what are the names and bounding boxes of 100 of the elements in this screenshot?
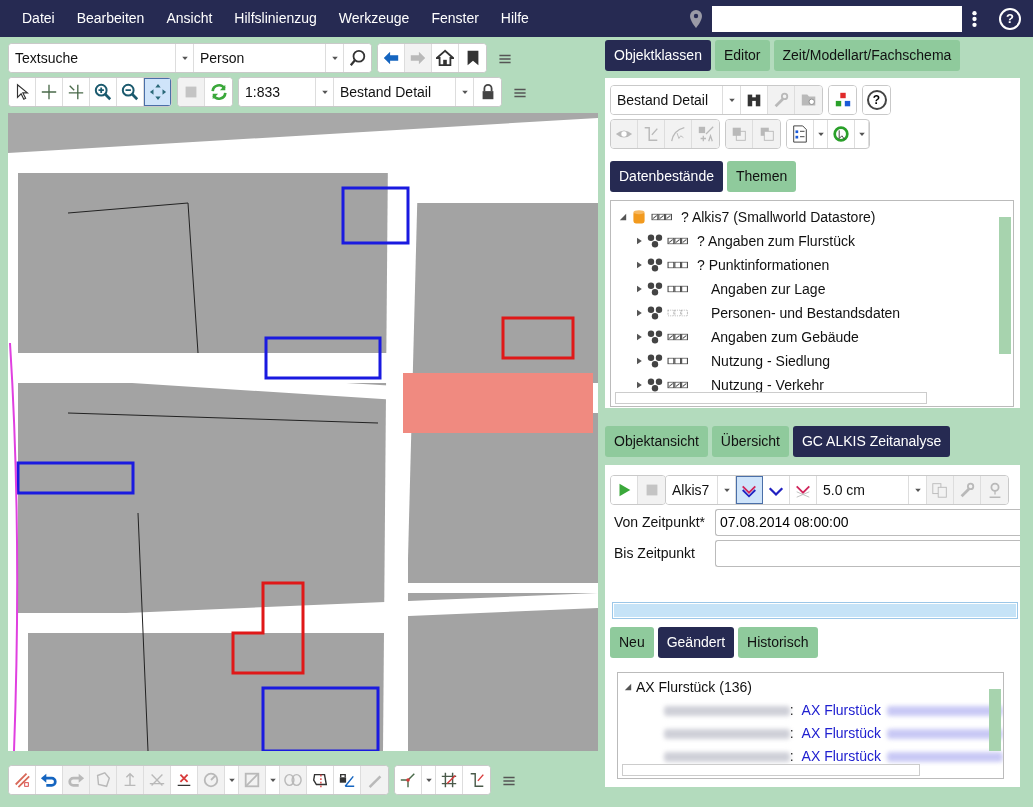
arrow-right-icon [409, 49, 427, 67]
checklist-icon [791, 125, 809, 143]
filter-tab[interactable]: Geändert [657, 627, 735, 658]
menu-item[interactable]: Hilfe [489, 8, 540, 29]
tree-item[interactable]: Nutzung - Siedlung [697, 350, 831, 372]
panel-tab[interactable]: GC ALKIS Zeitanalyse [792, 426, 951, 457]
corner-line-icon [642, 125, 660, 143]
help-button[interactable]: ? [863, 86, 890, 114]
wrench-icon [772, 91, 790, 109]
caret-icon [727, 96, 736, 104]
slash-line-icon [13, 771, 31, 789]
search-field[interactable] [712, 5, 962, 32]
panel-tab[interactable]: Zeit/Modellart/Fachschema [773, 40, 961, 71]
dots-group-icon [647, 329, 663, 345]
tool-button[interactable] [9, 78, 36, 106]
wrench-icon [958, 481, 976, 499]
delete-node-icon [175, 771, 193, 789]
tree-item[interactable]: ? Alkis7 (Smallworld Datastore) [681, 206, 876, 228]
tree-item[interactable]: Angaben zum Gebäude [697, 326, 859, 348]
datastore-dropdown[interactable]: Alkis7 [666, 476, 736, 504]
date-field[interactable] [715, 539, 1020, 567]
caret-icon [330, 54, 339, 62]
lock-line-icon [338, 771, 356, 789]
separator-colon: : [789, 701, 794, 720]
copy-icon [931, 481, 949, 499]
scale-dropdown[interactable]: 1:833 [239, 78, 334, 106]
tree-item[interactable]: ? Angaben zum Flurstück [697, 230, 855, 252]
chain-icon [284, 771, 302, 789]
dots-group-icon [647, 281, 663, 297]
panel-tab[interactable]: Editor [714, 40, 770, 71]
crosshair-icon [40, 83, 58, 101]
result-link[interactable]: AX Flurstück [801, 700, 881, 721]
zoom-out-icon [121, 83, 139, 101]
filter-tab[interactable]: Historisch [738, 627, 818, 658]
search-mode-dropdown[interactable]: Textsuche [9, 44, 194, 72]
caret-icon [180, 54, 189, 62]
tool-button[interactable] [736, 476, 763, 504]
sub-tab[interactable]: Themen [726, 161, 797, 192]
panel-tab[interactable]: Objektklassen [605, 40, 711, 71]
result-link[interactable]: AX Flurstück [801, 723, 881, 744]
panel-tab[interactable]: Objektansicht [605, 426, 708, 457]
tool-button[interactable] [378, 44, 405, 72]
tree-item[interactable]: Nutzung - Verkehr [697, 374, 824, 396]
caret-icon [722, 486, 731, 494]
tree-item[interactable]: Personen- und Bestandsdaten [697, 302, 901, 324]
caret-icon [320, 88, 329, 96]
separator-colon: : [789, 747, 794, 766]
caret-icon [913, 486, 922, 494]
caret-icon [816, 130, 825, 138]
undo-icon [40, 771, 58, 789]
database-icon [631, 209, 647, 225]
menu-item[interactable]: Ansicht [155, 8, 224, 29]
branch-icon [399, 771, 417, 789]
caret-icon [857, 130, 866, 138]
grid-icon [440, 771, 458, 789]
caret-icon [460, 88, 469, 96]
pan-arrows-icon [148, 83, 167, 101]
dots-group-icon [647, 377, 663, 393]
field-label: Von Zeitpunkt* [613, 512, 707, 532]
menu-item[interactable]: Datei [11, 8, 66, 29]
tool-button[interactable] [787, 120, 814, 148]
zoom-in-icon [94, 83, 112, 101]
menu-item[interactable]: Hilfslinienzug [223, 8, 328, 29]
history-icon [832, 125, 850, 143]
polygon-icon [94, 771, 112, 789]
view-dropdown[interactable]: Bestand Detail [611, 86, 741, 114]
result-link[interactable]: AX Flurstück [801, 746, 881, 767]
home-icon [436, 49, 454, 67]
layer-front-icon [730, 125, 748, 143]
caret-icon [268, 776, 277, 784]
field-label: Bis Zeitpunkt [613, 543, 696, 563]
sub-tab[interactable]: Datenbestände [610, 161, 723, 192]
more-options-icon[interactable] [972, 9, 977, 28]
date-field[interactable]: 07.08.2014 08:00:00 [715, 508, 1020, 536]
dots-group-icon [647, 257, 663, 273]
dots-group-icon [647, 305, 663, 321]
search-icon [348, 49, 367, 67]
redo-icon [67, 771, 85, 789]
swap-icon [696, 125, 715, 143]
menu-item[interactable]: Fenster [420, 8, 490, 29]
menu-item[interactable]: Bearbeiten [65, 8, 156, 29]
curve-icon [669, 125, 687, 143]
refresh-icon [209, 83, 228, 101]
help-button[interactable]: ? [999, 7, 1021, 30]
tree-item[interactable]: AX Flurstück (136) [636, 676, 752, 698]
tree-item[interactable]: Angaben zur Lage [697, 278, 826, 300]
dots-group-icon [647, 353, 663, 369]
separator-colon: : [789, 724, 794, 743]
caret-icon [227, 776, 236, 784]
dots-group-icon [647, 233, 663, 249]
caret-icon [424, 776, 433, 784]
tool-button[interactable] [829, 86, 856, 114]
polygon-edit-icon [311, 771, 329, 789]
panel-tab[interactable]: Übersicht [711, 426, 789, 457]
tree-item[interactable]: ? Punktinformationen [697, 254, 830, 276]
crosshair-icon [67, 83, 85, 101]
filter-tab[interactable]: Neu [610, 627, 654, 658]
menu-item[interactable]: Werkzeuge [327, 8, 421, 29]
cubes-icon [833, 91, 852, 109]
square-slash-icon [243, 771, 261, 789]
